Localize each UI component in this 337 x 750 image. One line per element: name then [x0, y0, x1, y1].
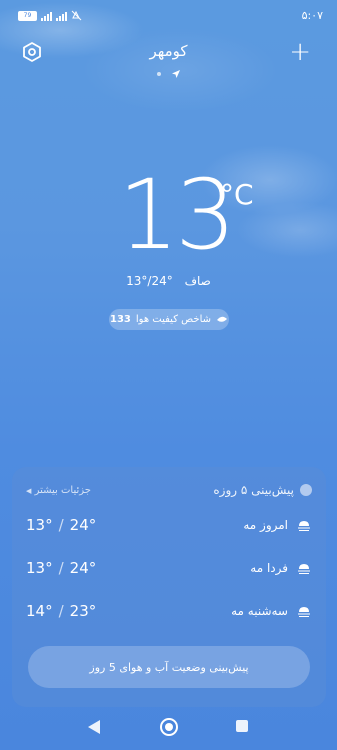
high-temp: 24° [69, 516, 97, 534]
forecast-temps: 14°/23° [26, 602, 97, 620]
calendar-icon [300, 484, 312, 496]
condition-text: صاف [184, 274, 211, 288]
navigation-bar [0, 706, 337, 750]
day-label: فردا مه [250, 561, 288, 575]
page-dot [157, 71, 162, 76]
home-icon[interactable] [160, 718, 178, 736]
city-name[interactable]: کومهر [0, 42, 337, 60]
condition-row: 13°/24° صاف [0, 274, 337, 288]
fog-cloud-icon [298, 564, 310, 574]
add-city-button[interactable]: + [289, 39, 311, 65]
signal-icon-2 [56, 11, 67, 21]
current-temperature: 13 [118, 159, 236, 271]
temperature-unit: °C [220, 178, 254, 211]
aqi-label: شاخص کیفیت هوا [135, 314, 211, 325]
recents-icon[interactable] [236, 720, 248, 732]
high-temp: 24° [69, 559, 97, 577]
mute-icon [71, 10, 82, 21]
forecast-day: فردا مه [250, 561, 312, 575]
high-temp: 23° [69, 602, 97, 620]
day-label: سه‌شنبه مه [231, 604, 288, 618]
status-bar: 79 ۵:۰۷ [0, 0, 337, 30]
forecast-card: جزئیات بیشتر ◀ پیش‌بینی ۵ روزه 13°/24° ا… [12, 467, 326, 707]
fog-cloud-icon [298, 521, 310, 531]
forecast-title: پیش‌بینی ۵ روزه [213, 483, 312, 497]
low-temp: 14° [26, 602, 53, 620]
forecast-row[interactable]: 13°/24° امروز مه [26, 515, 312, 535]
back-icon[interactable] [88, 720, 100, 734]
forecast-temps: 13°/24° [26, 516, 97, 534]
battery-icon: 79 [18, 10, 37, 21]
aqi-value: 133 [110, 314, 131, 325]
forecast-title-text: پیش‌بینی ۵ روزه [213, 483, 294, 497]
five-day-forecast-button[interactable]: پیش‌بینی وضعیت آب و هوای 5 روز [28, 646, 310, 688]
forecast-header: جزئیات بیشتر ◀ پیش‌بینی ۵ روزه [26, 483, 312, 501]
aqi-badge[interactable]: شاخص کیفیت هوا 133 [109, 309, 229, 330]
forecast-temps: 13°/24° [26, 559, 97, 577]
fog-cloud-icon [298, 607, 310, 617]
low-temp: 13° [26, 516, 53, 534]
forecast-row[interactable]: 14°/23° سه‌شنبه مه [26, 601, 312, 621]
page-indicator [0, 69, 337, 78]
forecast-day: امروز مه [243, 518, 312, 532]
location-arrow-icon [171, 69, 180, 78]
more-details-link[interactable]: جزئیات بیشتر ◀ [26, 485, 91, 496]
temp-range: 13°/24° [126, 274, 173, 288]
low-temp: 13° [26, 559, 53, 577]
more-details-label: جزئیات بیشتر [34, 485, 91, 496]
chevron-left-icon: ◀ [26, 487, 32, 495]
day-label: امروز مه [243, 518, 288, 532]
signal-icon [41, 11, 52, 21]
clock: ۵:۰۷ [301, 9, 323, 22]
forecast-row[interactable]: 13°/24° فردا مه [26, 558, 312, 578]
status-icons: 79 [18, 10, 82, 21]
forecast-day: سه‌شنبه مه [231, 604, 312, 618]
leaf-icon [217, 316, 227, 322]
